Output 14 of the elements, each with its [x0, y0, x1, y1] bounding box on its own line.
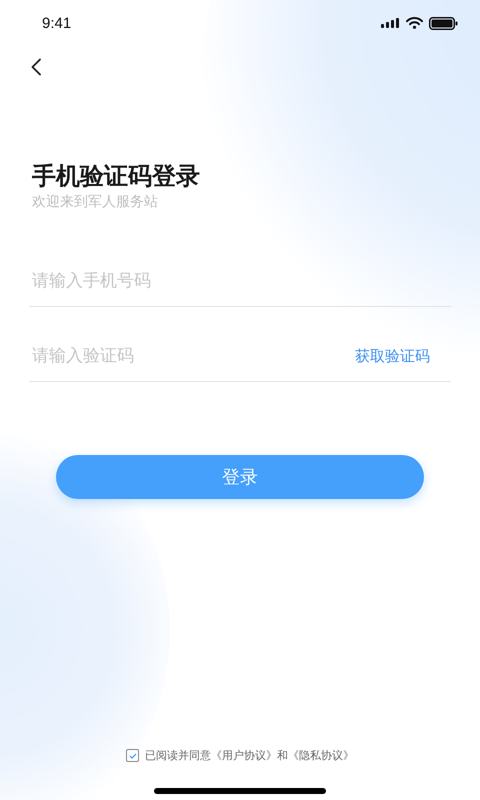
phone-field[interactable]: 请输入手机号码 — [29, 256, 451, 307]
agreement-checkbox[interactable] — [126, 749, 139, 762]
agreement-text: 已阅读并同意《用户协议》和《隐私协议》 — [145, 748, 354, 763]
page-title: 手机验证码登录 — [32, 161, 201, 192]
welcome-subtitle: 欢迎来到军人服务站 — [32, 193, 159, 212]
checkmark-icon — [128, 752, 136, 758]
signal-icon — [381, 18, 400, 28]
code-field[interactable]: 请输入验证码 获取验证码 — [29, 331, 451, 382]
battery-icon — [429, 16, 458, 30]
login-button[interactable]: 登录 — [56, 455, 424, 499]
wifi-icon — [406, 17, 423, 29]
get-code-link[interactable]: 获取验证码 — [355, 346, 430, 366]
back-icon — [30, 58, 42, 76]
status-time: 9:41 — [42, 14, 72, 32]
